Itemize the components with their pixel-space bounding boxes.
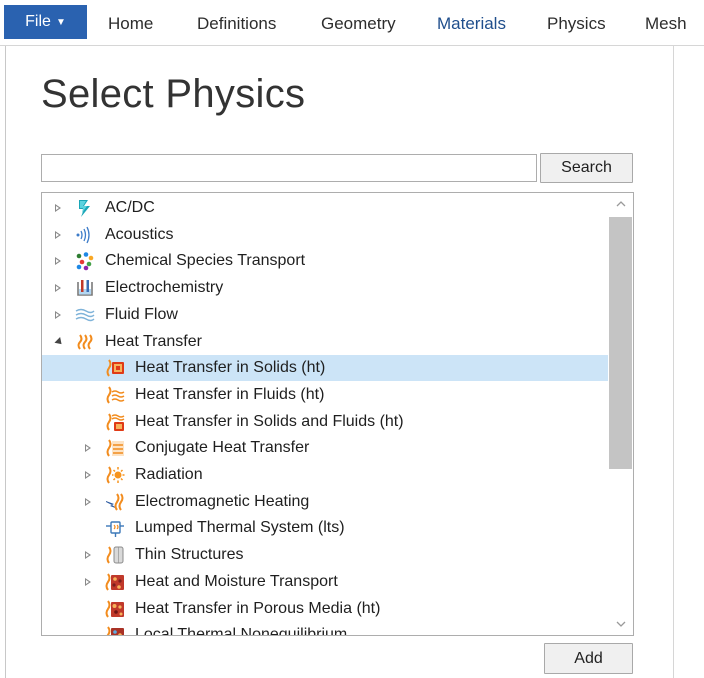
- heat-moisture-icon: [105, 572, 125, 592]
- tree-item[interactable]: Electrochemistry: [42, 275, 608, 301]
- tree-item[interactable]: Heat Transfer: [42, 329, 608, 355]
- tree-item-label: Fluid Flow: [105, 305, 178, 323]
- tree-item-label: Heat Transfer: [105, 332, 202, 350]
- acoustics-icon: [75, 225, 95, 245]
- tab-mesh[interactable]: Mesh: [645, 14, 687, 34]
- tree-item-label: Local Thermal Nonequilibrium: [135, 626, 348, 636]
- tab-definitions[interactable]: Definitions: [197, 14, 276, 34]
- tree-item[interactable]: Thin Structures: [42, 542, 608, 568]
- page-title: Select Physics: [41, 72, 306, 116]
- tree-item-label: AC/DC: [105, 199, 155, 216]
- tab-home[interactable]: Home: [108, 14, 153, 34]
- tree-item[interactable]: Chemical Species Transport: [42, 248, 608, 274]
- fluid-flow-icon: [75, 305, 95, 325]
- tree-item[interactable]: Fluid Flow: [42, 302, 608, 328]
- expand-arrow-icon[interactable]: [82, 569, 94, 595]
- caret-down-icon: ▼: [55, 16, 66, 28]
- file-menu-label: File: [25, 13, 51, 30]
- tree-item[interactable]: Heat and Moisture Transport: [42, 569, 608, 595]
- ribbon-divider: [0, 45, 704, 46]
- tree-item-label: Heat Transfer in Porous Media (ht): [135, 599, 381, 617]
- thin-structures-icon: [105, 545, 125, 565]
- tree-item-label: Thin Structures: [135, 546, 244, 564]
- physics-tree[interactable]: AC/DC Acoustics Chemical Species Transport…: [41, 192, 634, 636]
- collapse-arrow-icon[interactable]: [52, 329, 65, 355]
- electrochemistry-icon: [75, 278, 95, 298]
- tree-item[interactable]: Radiation: [42, 462, 608, 488]
- heat-fluids-icon: [105, 385, 125, 405]
- expand-arrow-icon[interactable]: [82, 489, 94, 515]
- tab-materials[interactable]: Materials: [437, 14, 506, 34]
- acdc-icon: [75, 198, 95, 218]
- tree-item-label: Heat Transfer in Fluids (ht): [135, 385, 325, 403]
- tree-item[interactable]: Conjugate Heat Transfer: [42, 435, 608, 461]
- em-heating-icon: [105, 492, 125, 512]
- tree-item-label: Electromagnetic Heating: [135, 492, 310, 510]
- heat-transfer-icon: [75, 332, 95, 352]
- scroll-thumb[interactable]: [609, 217, 632, 469]
- tree-item-label: Conjugate Heat Transfer: [135, 439, 310, 457]
- tree-item-label: Acoustics: [105, 225, 174, 243]
- expand-arrow-icon[interactable]: [82, 542, 94, 568]
- porous-media-icon: [105, 599, 125, 619]
- expand-arrow-icon[interactable]: [52, 302, 64, 328]
- tree-item-label: Radiation: [135, 466, 203, 483]
- tree-item[interactable]: Heat Transfer in Fluids (ht): [42, 382, 608, 408]
- tree-item[interactable]: Heat Transfer in Solids and Fluids (ht): [42, 409, 608, 435]
- chemical-species-icon: [75, 251, 95, 271]
- heat-solids-fluids-icon: [105, 412, 125, 432]
- add-button[interactable]: Add: [544, 643, 633, 674]
- tree-item-label: Heat Transfer in Solids (ht): [135, 359, 326, 377]
- heat-solids-icon: [105, 358, 125, 378]
- search-button[interactable]: Search: [540, 153, 633, 183]
- tree-item[interactable]: Heat Transfer in Solids (ht): [42, 355, 608, 382]
- expand-arrow-icon[interactable]: [82, 462, 94, 488]
- tree-item[interactable]: Local Thermal Nonequilibrium: [42, 622, 608, 636]
- lumped-thermal-icon: [105, 518, 125, 538]
- panel-left-border: [5, 46, 6, 678]
- tab-physics[interactable]: Physics: [547, 14, 606, 34]
- scroll-down-icon[interactable]: [608, 613, 633, 635]
- expand-arrow-icon[interactable]: [52, 248, 64, 274]
- scroll-up-icon[interactable]: [608, 193, 633, 215]
- expand-arrow-icon[interactable]: [52, 275, 64, 301]
- expand-arrow-icon[interactable]: [52, 195, 64, 221]
- tree-item-label: Heat Transfer in Solids and Fluids (ht): [135, 412, 404, 430]
- tree-item-label: Lumped Thermal System (lts): [135, 519, 345, 537]
- tree-item-label: Electrochemistry: [105, 279, 224, 297]
- vertical-scrollbar[interactable]: [608, 193, 633, 635]
- panel-right-border: [673, 46, 674, 678]
- radiation-icon: [105, 465, 125, 485]
- tab-geometry[interactable]: Geometry: [321, 14, 396, 34]
- ribbon-tab-bar: File ▼ Home Definitions Geometry Materia…: [0, 0, 704, 46]
- expand-arrow-icon[interactable]: [82, 435, 94, 461]
- tree-item[interactable]: Lumped Thermal System (lts): [42, 515, 608, 541]
- file-menu-button[interactable]: File ▼: [4, 5, 87, 39]
- thermal-noneq-icon: [105, 625, 125, 635]
- tree-item-label: Chemical Species Transport: [105, 252, 306, 270]
- tree-item[interactable]: Heat Transfer in Porous Media (ht): [42, 596, 608, 622]
- expand-arrow-icon[interactable]: [52, 222, 64, 248]
- tree-item-label: Heat and Moisture Transport: [135, 572, 338, 590]
- tree-item[interactable]: Acoustics: [42, 222, 608, 248]
- tree-item[interactable]: Electromagnetic Heating: [42, 489, 608, 515]
- search-input[interactable]: [41, 154, 537, 182]
- tree-item[interactable]: AC/DC: [42, 195, 608, 221]
- conjugate-heat-icon: [105, 438, 125, 458]
